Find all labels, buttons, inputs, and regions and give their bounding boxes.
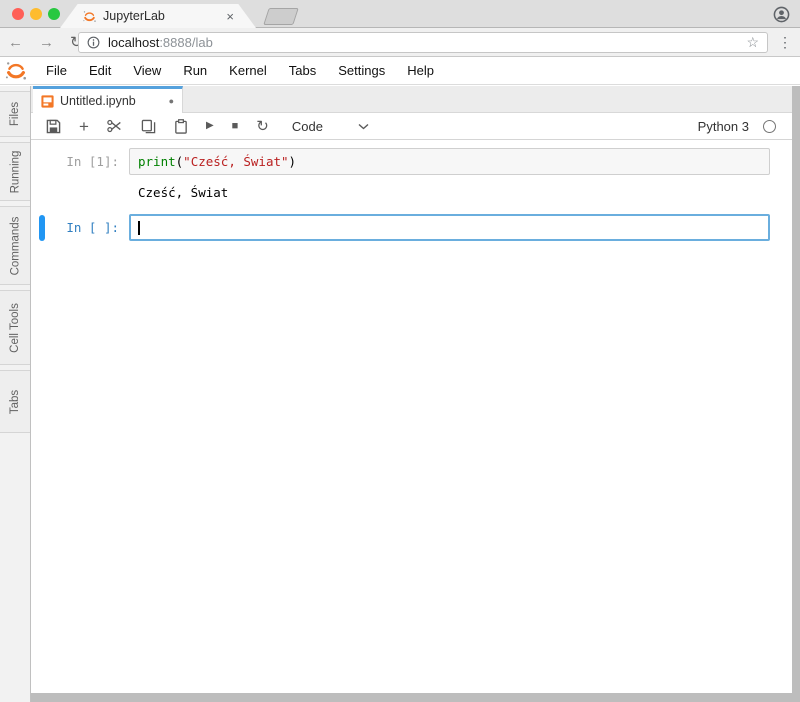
menu-settings[interactable]: Settings [327, 63, 396, 78]
kernel-name[interactable]: Python 3 [698, 119, 749, 134]
kernel-status-idle-icon [763, 120, 776, 133]
browser-tab-jupyterlab[interactable]: JupyterLab × [60, 4, 256, 28]
cell-type-dropdown[interactable]: Code [292, 119, 323, 134]
save-icon[interactable] [37, 119, 70, 134]
menu-file[interactable]: File [35, 63, 78, 78]
notebook-content: In [1]: print("Cześć, Świat") Cześć, Świ… [31, 140, 792, 693]
notebook-tab-untitled[interactable]: Untitled.ipynb ● [33, 86, 183, 113]
main-area: Files Running Commands Cell Tools Tabs [0, 86, 800, 702]
menu-help[interactable]: Help [396, 63, 445, 78]
profile-avatar-icon[interactable] [773, 6, 790, 23]
stop-kernel-icon[interactable]: ■ [223, 121, 248, 132]
browser-tab-strip: JupyterLab × [0, 0, 800, 28]
jupyter-favicon-icon [82, 9, 97, 24]
sidebar-item-running[interactable]: Running [0, 142, 30, 201]
jupyterlab-menubar: File Edit View Run Kernel Tabs Settings … [0, 57, 800, 85]
code-paren: ) [289, 154, 297, 169]
sidebar-item-tabs[interactable]: Tabs [0, 370, 30, 433]
code-string: "Cześć, Świat" [183, 154, 288, 169]
sidebar-item-files[interactable]: Files [0, 91, 30, 137]
menu-tabs[interactable]: Tabs [278, 63, 327, 78]
bookmark-star-icon[interactable]: ☆ [746, 34, 759, 51]
sidebar-item-cell-tools[interactable]: Cell Tools [0, 290, 30, 365]
cell-1-output-area: Cześć, Świat [31, 182, 792, 201]
notebook-tab-bar: Untitled.ipynb ● [31, 86, 792, 113]
page-info-icon[interactable] [87, 36, 100, 49]
address-bar[interactable]: localhost:8888/lab ☆ [78, 32, 768, 53]
dock-panel: Untitled.ipynb ● + [31, 86, 800, 702]
browser-menu-icon[interactable]: ⋮ [778, 32, 792, 53]
url-text: localhost:8888/lab [108, 35, 740, 50]
menu-view[interactable]: View [122, 63, 172, 78]
url-host: localhost [108, 35, 159, 50]
chevron-down-icon[interactable] [349, 123, 378, 130]
url-path: :8888/lab [159, 35, 213, 50]
zoom-window-button[interactable] [48, 8, 60, 20]
code-editor-cell-1[interactable]: print("Cześć, Świat") [129, 148, 770, 175]
notebook-file-icon [41, 95, 54, 108]
menu-edit[interactable]: Edit [78, 63, 122, 78]
back-icon[interactable]: ← [0, 35, 31, 50]
menu-kernel[interactable]: Kernel [218, 63, 278, 78]
cut-cells-icon[interactable] [98, 119, 132, 133]
code-keyword: print [138, 154, 176, 169]
run-cell-icon[interactable]: ▶ [197, 121, 223, 131]
text-cursor [138, 221, 140, 235]
code-cell-1[interactable]: In [1]: print("Cześć, Świat") [31, 148, 792, 175]
minimize-window-button[interactable] [30, 8, 42, 20]
notebook-toolbar: + [31, 113, 792, 140]
tab-close-icon[interactable]: × [226, 9, 234, 24]
add-cell-icon[interactable]: + [70, 118, 98, 135]
browser-tab-title: JupyterLab [103, 9, 220, 23]
input-prompt-active: In [ ]: [45, 214, 129, 241]
close-window-button[interactable] [12, 8, 24, 20]
copy-cells-icon[interactable] [132, 119, 165, 134]
code-cell-2-active[interactable]: In [ ]: [31, 214, 792, 241]
output-collapser[interactable] [39, 183, 45, 201]
notebook-panel: Untitled.ipynb ● + [31, 86, 792, 693]
menu-run[interactable]: Run [172, 63, 218, 78]
notebook-tab-label: Untitled.ipynb [60, 94, 165, 108]
forward-icon[interactable]: → [31, 35, 62, 50]
sidebar-item-commands[interactable]: Commands [0, 206, 30, 285]
paste-cells-icon[interactable] [165, 119, 197, 134]
cell-output-text: Cześć, Świat [138, 185, 228, 200]
browser-window: JupyterLab × ← → ↻ localhost:8888 [0, 0, 800, 702]
new-tab-button[interactable] [263, 8, 299, 25]
jupyter-logo-icon [4, 59, 28, 83]
left-sidebar: Files Running Commands Cell Tools Tabs [0, 86, 31, 702]
input-prompt: In [1]: [45, 148, 129, 175]
code-editor-cell-2[interactable] [129, 214, 770, 241]
restart-kernel-icon[interactable]: ↻ [247, 119, 278, 134]
unsaved-changes-dot: ● [169, 96, 174, 106]
browser-toolbar: ← → ↻ localhost:8888/lab ☆ ⋮ [0, 28, 800, 57]
output-wrap: Cześć, Świat [129, 182, 236, 201]
